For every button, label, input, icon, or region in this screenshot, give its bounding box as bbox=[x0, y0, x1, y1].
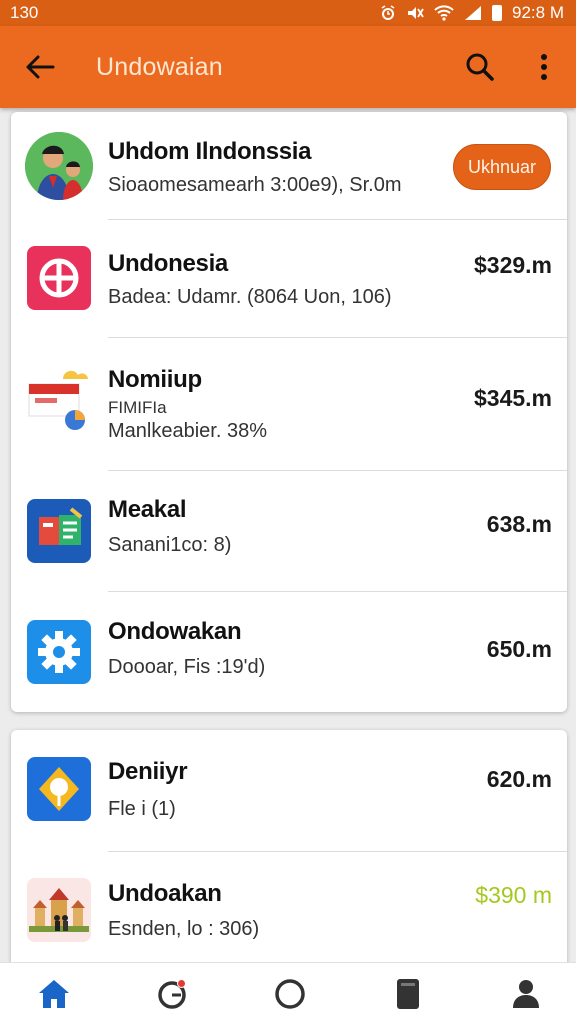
form-icon bbox=[27, 499, 91, 563]
item-subtitle: Fle i (1) bbox=[108, 798, 176, 820]
profile-icon bbox=[513, 979, 539, 1008]
list-item-ondowakan[interactable]: Ondowakan Doooar, Fis :19'd) 650.m bbox=[11, 592, 567, 712]
battery-icon bbox=[492, 5, 503, 21]
circle-cross-icon bbox=[27, 246, 91, 310]
list-item-deniiyr[interactable]: Deniiyr Fle i (1) 620.m bbox=[11, 730, 567, 852]
item-subtitle: Esnden, lo : 306) bbox=[108, 918, 260, 940]
profile-row[interactable]: Uhdom Ilndonssia Sioaomesamearh 3:00e9),… bbox=[11, 112, 567, 220]
avatar-people-icon bbox=[25, 132, 93, 200]
item-amount: $329.m bbox=[473, 252, 552, 278]
follow-button[interactable]: Ukhnuar bbox=[453, 144, 551, 190]
item-title: Deniiyr bbox=[108, 758, 188, 785]
item-amount: 638.m bbox=[486, 511, 552, 537]
more-vert-icon bbox=[541, 54, 547, 80]
item-subtitle: Sanani1co: 8) bbox=[108, 534, 232, 556]
location-pin-icon bbox=[27, 757, 91, 821]
list-item-undoakan[interactable]: Undoakan Esnden, lo : 306) $390 m bbox=[11, 852, 567, 970]
item-amount: 620.m bbox=[486, 766, 552, 792]
item-subtitle: Badea: Udamr. (8064 Uon, 106) bbox=[108, 286, 392, 308]
status-time-left: 130 bbox=[10, 3, 39, 22]
list-card-main: Uhdom Ilndonssia Sioaomesamearh 3:00e9),… bbox=[11, 112, 567, 712]
nav-library[interactable] bbox=[386, 972, 430, 1016]
nav-circle[interactable] bbox=[268, 972, 312, 1016]
list-card-secondary: Deniiyr Fle i (1) 620.m Undoakan Esnden,… bbox=[11, 730, 567, 970]
more-options-button[interactable] bbox=[522, 45, 566, 89]
item-amount: 650.m bbox=[486, 636, 552, 662]
alarm-icon bbox=[381, 5, 395, 20]
app-bar: Undowaian bbox=[0, 26, 576, 108]
back-button[interactable] bbox=[20, 47, 60, 87]
nav-profile[interactable] bbox=[504, 972, 548, 1016]
status-icons: 92:8 M bbox=[380, 3, 564, 23]
home-icon bbox=[39, 979, 69, 1008]
wifi-icon bbox=[434, 5, 454, 21]
avatar bbox=[25, 132, 93, 200]
list-item-undonesia[interactable]: Undonesia Badea: Udamr. (8064 Uon, 106) … bbox=[11, 220, 567, 338]
item-title: Undonesia bbox=[108, 250, 228, 277]
search-icon bbox=[466, 53, 494, 81]
page-title: Undowaian bbox=[96, 52, 223, 81]
item-title: Nomiiup bbox=[108, 366, 202, 393]
search-button[interactable] bbox=[458, 45, 502, 89]
item-amount: $345.m bbox=[473, 385, 552, 411]
mute-icon bbox=[408, 7, 424, 19]
book-icon bbox=[397, 978, 419, 1009]
list-item-meakal[interactable]: Meakal Sanani1co: 8) 638.m bbox=[11, 471, 567, 592]
list-item-nomiiup[interactable]: Nomiiup FIMIFIa Manlkeabier. 38% $345.m bbox=[11, 338, 567, 471]
item-title: Ondowakan bbox=[108, 618, 242, 645]
item-subtitle-line2: Manlkeabier. 38% bbox=[108, 420, 267, 442]
bottom-navigation bbox=[0, 962, 576, 1024]
circle-icon bbox=[275, 978, 305, 1009]
gear-icon bbox=[27, 620, 91, 684]
arrow-back-icon bbox=[26, 55, 55, 79]
status-time-right: 92:8 M bbox=[512, 3, 564, 22]
nav-home[interactable] bbox=[32, 972, 76, 1016]
item-title: Meakal bbox=[108, 496, 187, 523]
profile-name: Uhdom Ilndonssia bbox=[108, 138, 312, 165]
nav-notifications[interactable] bbox=[150, 972, 194, 1016]
item-title: Undoakan bbox=[108, 880, 222, 907]
flag-card-icon bbox=[27, 368, 91, 432]
temple-icon bbox=[27, 878, 91, 942]
notification-badge bbox=[177, 978, 186, 988]
status-bar: 130 92:8 M bbox=[0, 0, 576, 26]
item-subtitle-line1: FIMIFIa bbox=[108, 398, 167, 417]
item-amount: $390 m bbox=[475, 882, 552, 908]
signal-icon bbox=[465, 6, 482, 20]
profile-subtitle: Sioaomesamearh 3:00e9), Sr.0m bbox=[108, 174, 402, 196]
item-subtitle: Doooar, Fis :19'd) bbox=[108, 656, 266, 678]
